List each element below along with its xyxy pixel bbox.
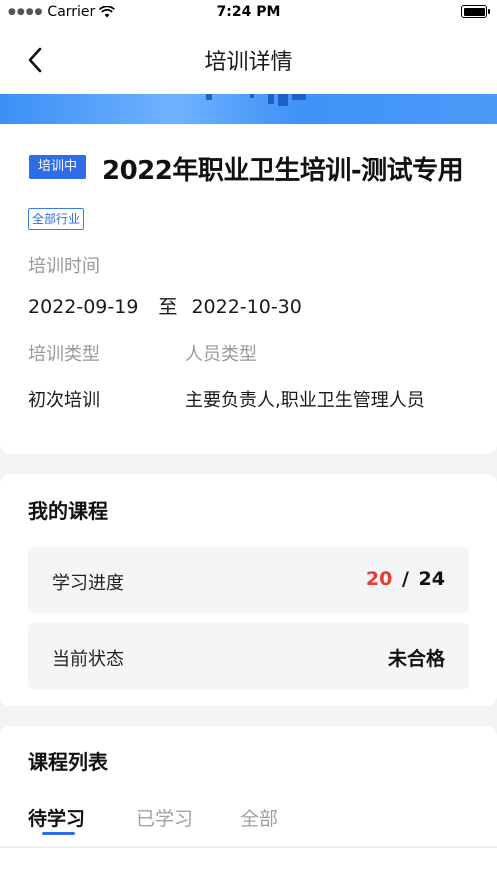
training-date-range: 2022-09-19 至 2022-10-30 — [28, 292, 302, 319]
date-separator: 至 — [158, 296, 178, 318]
page-title: 培训详情 — [204, 50, 293, 75]
people-type-label: 人员类型 — [185, 344, 257, 365]
progress-separator: / — [401, 568, 409, 590]
course-list-title: 课程列表 — [28, 750, 108, 774]
battery-icon — [461, 5, 490, 18]
training-info-card: 培训中 2022年职业卫生培训-测试专用 全部行业 培训时间 2022-09-1… — [0, 124, 497, 454]
training-type-value: 初次培训 — [28, 390, 100, 411]
active-tab-indicator — [42, 832, 75, 835]
tab-studied[interactable]: 已学习 — [136, 804, 193, 831]
tab-all[interactable]: 全部 — [240, 804, 278, 831]
industry-tag: 全部行业 — [28, 208, 85, 230]
my-course-card: 我的课程 学习进度 20 / 24 当前状态 未合格 — [0, 474, 497, 706]
start-date: 2022-09-19 — [28, 296, 139, 318]
training-time-label: 培训时间 — [28, 256, 100, 277]
my-course-title: 我的课程 — [28, 499, 108, 523]
divider — [0, 846, 497, 848]
progress-row: 学习进度 20 / 24 — [28, 547, 469, 613]
training-type-label: 培训类型 — [28, 344, 100, 365]
status-bar: ●●●● Carrier 7:24 PM — [0, 0, 497, 26]
current-status-row: 当前状态 未合格 — [28, 623, 469, 689]
people-type-value: 主要负责人,职业卫生管理人员 — [185, 390, 425, 411]
tab-pending[interactable]: 待学习 — [28, 804, 85, 831]
clock: 7:24 PM — [216, 4, 281, 20]
training-banner-image — [0, 94, 497, 124]
end-date: 2022-10-30 — [191, 296, 302, 318]
progress-total: 24 — [418, 568, 445, 590]
course-list-card: 课程列表 待学习 已学习 全部 — [0, 726, 497, 883]
training-status-badge: 培训中 — [29, 155, 87, 179]
current-status-value: 未合格 — [387, 648, 445, 670]
progress-done: 20 — [365, 568, 393, 590]
navigation-bar: 培训详情 — [0, 26, 497, 94]
progress-label: 学习进度 — [52, 573, 124, 594]
training-title: 2022年职业卫生培训-测试专用 — [102, 156, 464, 186]
progress-value: 20 / 24 — [366, 568, 445, 590]
current-status-label: 当前状态 — [52, 649, 124, 670]
